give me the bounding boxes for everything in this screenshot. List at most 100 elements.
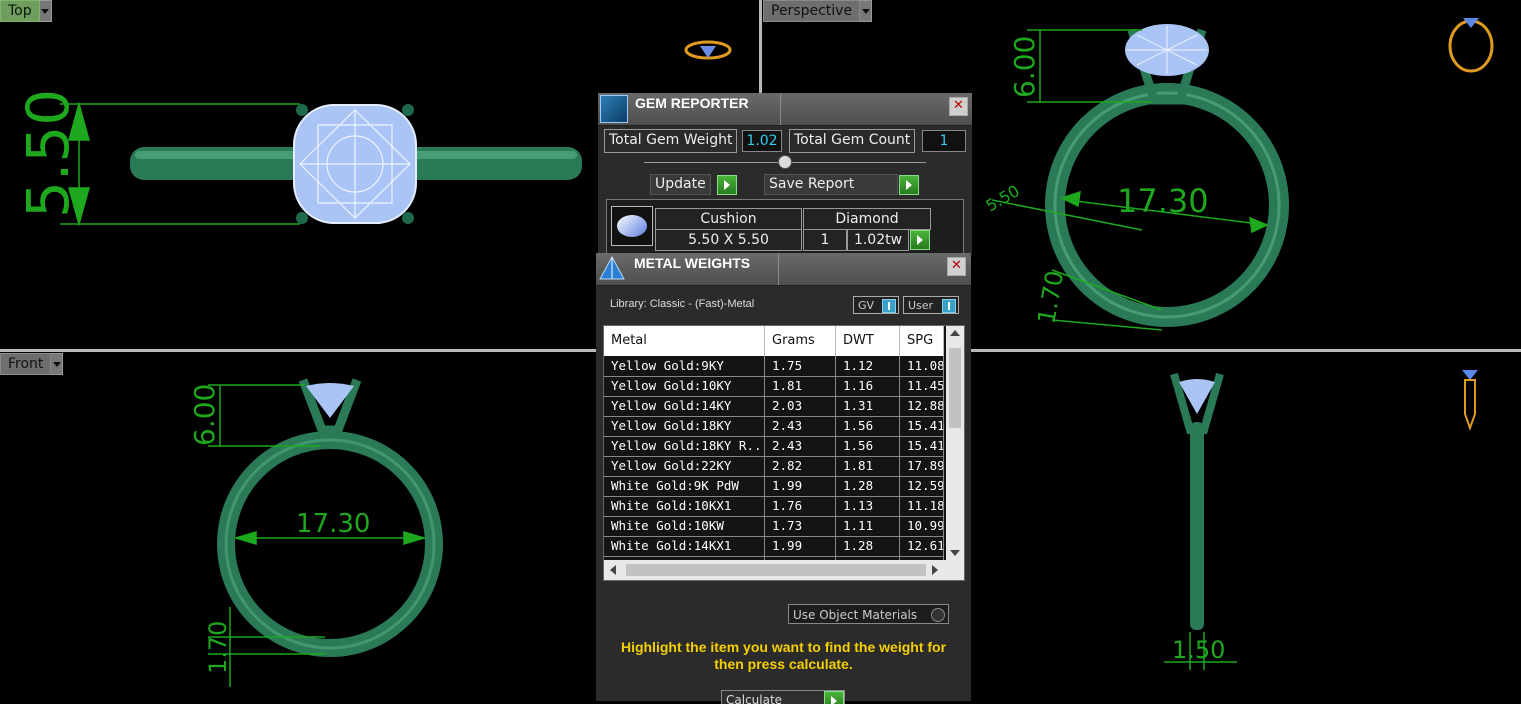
cell-spg: 11.45	[900, 376, 944, 396]
table-row[interactable]: White Gold:9K PdW 1.99 1.28 12.59	[604, 476, 944, 497]
user-toggle[interactable]: User	[903, 296, 959, 314]
cell-metal: Yellow Gold:14KY	[604, 396, 765, 416]
chevron-down-icon[interactable]	[860, 0, 873, 22]
cell-metal: White Gold:9K PdW	[604, 476, 765, 496]
metal-weights-panel: METAL WEIGHTS ✕ Library: Classic - (Fast…	[596, 253, 971, 704]
chevron-down-icon[interactable]	[51, 353, 64, 375]
update-button[interactable]: Update	[650, 174, 711, 195]
cell-dwt: 1.11	[836, 516, 900, 536]
viewport-front-tab[interactable]: Front	[0, 353, 64, 375]
cell-dwt: 1.28	[836, 536, 900, 556]
dim-persp-diameter: 17.30	[1117, 182, 1209, 220]
scroll-thumb-horizontal[interactable]	[626, 564, 926, 576]
gem-list-item[interactable]: Cushion Diamond 5.50 X 5.50 1 1.02tw	[606, 199, 964, 257]
viewport-perspective-tab[interactable]: Perspective	[763, 0, 873, 22]
close-icon[interactable]: ✕	[949, 97, 968, 116]
col-header-metal[interactable]: Metal	[604, 326, 765, 356]
cell-spg: 15.41	[900, 416, 944, 436]
col-header-dwt[interactable]: DWT	[836, 326, 900, 356]
gem-qty: 1	[803, 229, 847, 251]
table-vertical-scrollbar[interactable]	[946, 326, 964, 560]
scroll-right-icon[interactable]	[932, 565, 938, 575]
gem-detail-play-icon[interactable]	[910, 230, 930, 250]
table-row[interactable]: Yellow Gold:10KY 1.81 1.16 11.45	[604, 376, 944, 397]
save-report-play-icon[interactable]	[899, 175, 919, 195]
ring-thumb-icon	[1448, 19, 1494, 73]
gem-reporter-icon	[600, 95, 628, 123]
metal-table[interactable]: Metal Grams DWT SPG Yellow Gold:9KY 1.75 1…	[603, 325, 965, 581]
cell-metal: Yellow Gold:10KY	[604, 376, 765, 396]
chevron-down-icon[interactable]	[39, 0, 52, 22]
table-row[interactable]: Yellow Gold:18KY R... 2.43 1.56 15.41	[604, 436, 944, 457]
col-header-spg[interactable]: SPG	[900, 326, 944, 356]
cell-spg: 17.89	[900, 456, 944, 476]
cell-grams: 2.43	[765, 416, 836, 436]
ring-thumb-icon	[1462, 370, 1478, 380]
gv-toggle-label: GV	[858, 299, 875, 312]
dim-persp-height: 6.00	[1008, 36, 1041, 98]
table-row[interactable]: Yellow Gold:14KY 2.03 1.31 12.88	[604, 396, 944, 417]
total-gem-weight-value: 1.02	[742, 130, 782, 152]
calculate-button[interactable]: Calculate	[721, 690, 845, 704]
dim-front-band: 1.70	[204, 621, 232, 674]
table-row[interactable]: White Gold:14KX1 1.99 1.28 12.61	[604, 536, 944, 557]
table-row[interactable]: Yellow Gold:22KY 2.82 1.81 17.89	[604, 456, 944, 477]
ring-band	[1190, 422, 1204, 630]
cell-metal: Yellow Gold:9KY	[604, 356, 765, 376]
table-horizontal-scrollbar[interactable]	[604, 560, 964, 580]
cell-spg: 15.41	[900, 436, 944, 456]
update-play-icon[interactable]	[717, 175, 737, 195]
cell-metal: White Gold:14KX1	[604, 536, 765, 556]
cell-dwt: 1.56	[836, 416, 900, 436]
dim-top-height: 5.50	[14, 89, 82, 218]
cell-grams: 1.81	[765, 376, 836, 396]
cell-grams: 1.76	[765, 496, 836, 516]
metal-weights-titlebar[interactable]: METAL WEIGHTS ✕	[596, 253, 971, 286]
table-row[interactable]: White Gold:10KX1 1.76 1.13 11.18	[604, 496, 944, 517]
cell-spg: 11.18	[900, 496, 944, 516]
metal-weights-icon	[598, 255, 626, 283]
cell-dwt: 1.28	[836, 476, 900, 496]
gem-reporter-titlebar[interactable]: GEM REPORTER ✕	[598, 93, 972, 126]
cell-dwt: 1.13	[836, 496, 900, 516]
cell-dwt: 1.81	[836, 456, 900, 476]
calculate-label: Calculate	[726, 693, 783, 704]
calculate-play-icon[interactable]	[824, 691, 844, 704]
table-row[interactable]: Yellow Gold:18KY 2.43 1.56 15.41	[604, 416, 944, 437]
dim-front-diameter: 17.30	[296, 509, 370, 539]
scroll-down-icon[interactable]	[950, 550, 960, 556]
dim-persp-stone: 5.50	[983, 181, 1023, 215]
user-toggle-label: User	[908, 299, 934, 312]
col-header-grams[interactable]: Grams	[765, 326, 836, 356]
scroll-thumb[interactable]	[949, 348, 961, 428]
metal-table-body: Yellow Gold:9KY 1.75 1.12 11.08 Yellow Gold:…	[604, 356, 944, 580]
close-icon[interactable]: ✕	[947, 257, 966, 276]
cell-metal: Yellow Gold:22KY	[604, 456, 765, 476]
cell-spg: 12.59	[900, 476, 944, 496]
cell-grams: 1.73	[765, 516, 836, 536]
viewport-front-label: Front	[0, 353, 52, 375]
cell-grams: 2.82	[765, 456, 836, 476]
cell-dwt: 1.56	[836, 436, 900, 456]
viewport-top-tab[interactable]: Top	[0, 0, 52, 22]
library-label: Library: Classic - (Fast)-Metal	[610, 298, 755, 310]
radio-icon	[931, 608, 945, 622]
gem-size: 5.50 X 5.50	[655, 229, 802, 251]
cell-grams: 1.99	[765, 536, 836, 556]
dim-right-width: 1.50	[1172, 636, 1225, 664]
scroll-up-icon[interactable]	[950, 330, 960, 336]
use-object-materials-toggle[interactable]: Use Object Materials	[788, 604, 949, 624]
cell-dwt: 1.12	[836, 356, 900, 376]
cell-dwt: 1.31	[836, 396, 900, 416]
cell-metal: Yellow Gold:18KY	[604, 416, 765, 436]
viewport-perspective-label: Perspective	[763, 0, 861, 22]
total-gem-count-label: Total Gem Count	[789, 129, 916, 153]
table-row[interactable]: Yellow Gold:9KY 1.75 1.12 11.08	[604, 356, 944, 377]
scroll-left-icon[interactable]	[610, 565, 616, 575]
save-report-button[interactable]: Save Report	[764, 174, 898, 195]
viewport-top-label: Top	[0, 0, 40, 22]
table-row[interactable]: White Gold:10KW 1.73 1.11 10.99	[604, 516, 944, 537]
collapse-handle-icon[interactable]	[778, 155, 792, 169]
gv-toggle[interactable]: GV	[853, 296, 899, 314]
cell-grams: 2.03	[765, 396, 836, 416]
